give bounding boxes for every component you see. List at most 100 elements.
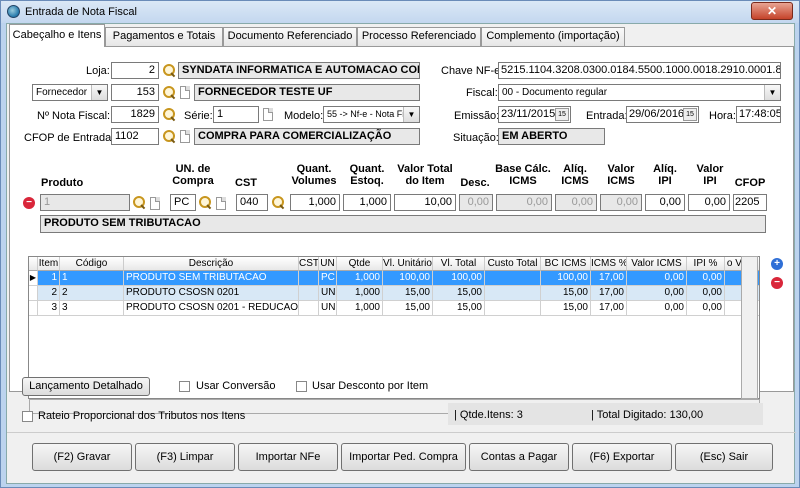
emissao-input[interactable]: 23/11/2015 15 xyxy=(498,106,571,123)
cfop-item-input[interactable]: 2205 xyxy=(733,194,767,211)
grid-header[interactable]: Vl. Total xyxy=(433,257,485,271)
base-input[interactable]: 0,00 xyxy=(496,194,552,211)
grid-header[interactable]: Custo Total xyxy=(485,257,541,271)
grid-header[interactable]: Código xyxy=(60,257,124,271)
calendar-icon[interactable]: 15 xyxy=(683,108,697,121)
table-cell: 1 xyxy=(38,271,60,286)
table-cell: 2 xyxy=(60,286,124,301)
loja-search-icon[interactable] xyxy=(162,63,176,77)
contas-pagar-button[interactable]: Contas a Pagar xyxy=(469,443,569,471)
row-indicator xyxy=(29,301,38,316)
fornecedor-doc-icon[interactable] xyxy=(180,86,190,99)
gravar-button[interactable]: (F2) Gravar xyxy=(32,443,132,471)
grid-header[interactable]: Qtde xyxy=(337,257,383,271)
cfop-search-icon[interactable] xyxy=(162,129,176,143)
grid-header[interactable]: Vl. Unitário xyxy=(383,257,433,271)
nota-search-icon[interactable] xyxy=(162,107,176,121)
situacao-field: EM ABERTO xyxy=(498,128,605,145)
un-doc-icon[interactable] xyxy=(216,197,226,210)
remove-item-icon[interactable]: − xyxy=(23,197,35,209)
tab-documento-referenciado[interactable]: Documento Referenciado xyxy=(223,27,357,46)
desc-input[interactable]: 0,00 xyxy=(459,194,493,211)
produto-input[interactable]: 1 xyxy=(40,194,130,211)
vtotal-input[interactable]: 10,00 xyxy=(394,194,456,211)
aliq-input[interactable]: 0,00 xyxy=(555,194,597,211)
tab-complemento[interactable]: Complemento (importação) xyxy=(481,27,625,46)
tipo-select[interactable]: Fornecedor ▼ xyxy=(32,84,108,101)
remove-row-icon[interactable]: − xyxy=(771,277,783,289)
calendar-icon[interactable]: 15 xyxy=(555,108,569,121)
usar-conversao-checkbox[interactable] xyxy=(179,381,190,392)
loja-input[interactable]: 2 xyxy=(111,62,159,79)
grid-header[interactable]: UN xyxy=(319,257,337,271)
cfop-label: CFOP de Entrada: xyxy=(24,132,115,144)
cfop-input[interactable]: 1102 xyxy=(111,128,159,145)
grid-header[interactable]: Valor ICMS xyxy=(627,257,687,271)
fiscal-label: Fiscal: xyxy=(466,87,498,99)
cfop-doc-icon[interactable] xyxy=(180,130,190,143)
cfop-header: CFOP xyxy=(734,177,766,189)
usar-desconto-checkbox[interactable] xyxy=(296,381,307,392)
exportar-button[interactable]: (F6) Exportar xyxy=(572,443,672,471)
entrada-label: Entrada: xyxy=(586,110,628,122)
cst-input[interactable]: 040 xyxy=(236,194,268,211)
sair-button[interactable]: (Esc) Sair xyxy=(675,443,773,471)
table-cell xyxy=(299,286,319,301)
aliqipi-input[interactable]: 0,00 xyxy=(645,194,685,211)
nota-label: Nº Nota Fiscal: xyxy=(37,110,111,122)
table-cell: PRODUTO CSOSN 0201 - REDUCAO xyxy=(124,301,299,316)
emissao-label: Emissão: xyxy=(454,110,500,122)
grid-header[interactable]: BC ICMS xyxy=(541,257,591,271)
table-cell: 17,00 xyxy=(591,286,627,301)
table-cell: 17,00 xyxy=(591,301,627,316)
produto-search-icon[interactable] xyxy=(132,195,146,209)
limpar-button[interactable]: (F3) Limpar xyxy=(135,443,235,471)
table-cell xyxy=(485,286,541,301)
serie-input[interactable]: 1 xyxy=(213,106,259,123)
loja-label: Loja: xyxy=(86,65,110,77)
serie-doc-icon[interactable] xyxy=(263,108,273,121)
vicms-input[interactable]: 0,00 xyxy=(600,194,642,211)
tab-processo-referenciado[interactable]: Processo Referenciado xyxy=(357,27,481,46)
close-button[interactable]: ✕ xyxy=(751,2,793,20)
usar-desconto-label: Usar Desconto por Item xyxy=(312,380,429,392)
importar-pedido-button[interactable]: Importar Ped. Compra xyxy=(341,443,466,471)
un-input[interactable]: PC xyxy=(170,194,196,211)
entrada-input[interactable]: 29/06/2016 15 xyxy=(626,106,699,123)
un-header: UN. de Compra xyxy=(172,163,214,187)
lancamento-detalhado-button[interactable]: Lançamento Detalhado xyxy=(22,377,150,396)
grid-header[interactable]: Item xyxy=(38,257,60,271)
grid-header[interactable]: Descrição xyxy=(124,257,299,271)
modelo-select[interactable]: 55 -> Nf-e - Nota Fisca ▼ xyxy=(323,106,420,123)
hora-input[interactable]: 17:48:05 xyxy=(736,106,781,123)
chave-input[interactable]: 5215.1104.3208.0300.0184.5500.1000.0018.… xyxy=(498,62,781,79)
un-search-icon[interactable] xyxy=(198,195,212,209)
importar-nfe-button[interactable]: Importar NFe xyxy=(238,443,338,471)
grid-vertical-scrollbar[interactable] xyxy=(741,256,758,399)
grid-header[interactable]: IPI % xyxy=(687,257,725,271)
qest-input[interactable]: 1,000 xyxy=(343,194,391,211)
nota-input[interactable]: 1829 xyxy=(111,106,159,123)
grid-header[interactable]: ICMS % xyxy=(591,257,627,271)
table-cell: 1 xyxy=(60,271,124,286)
cst-search-icon[interactable] xyxy=(271,195,285,209)
tab-cabecalho[interactable]: Cabeçalho e Itens xyxy=(9,24,105,47)
fornecedor-input[interactable]: 153 xyxy=(111,84,159,101)
fornecedor-search-icon[interactable] xyxy=(162,85,176,99)
qvol-header: Quant. Volumes xyxy=(291,163,337,187)
table-cell: 17,00 xyxy=(591,271,627,286)
table-cell: 15,00 xyxy=(541,286,591,301)
tab-pagamentos[interactable]: Pagamentos e Totais xyxy=(105,27,223,46)
app-icon xyxy=(7,5,20,18)
chevron-down-icon: ▼ xyxy=(91,85,107,100)
fiscal-select[interactable]: 00 - Documento regular ▼ xyxy=(498,84,781,101)
produto-doc-icon[interactable] xyxy=(150,197,160,210)
grid-header[interactable]: CST xyxy=(299,257,319,271)
usar-conversao-label: Usar Conversão xyxy=(196,380,276,392)
rateio-checkbox[interactable] xyxy=(22,411,33,422)
vipi-input[interactable]: 0,00 xyxy=(688,194,730,211)
add-row-icon[interactable]: + xyxy=(771,258,783,270)
table-cell xyxy=(299,271,319,286)
qvol-input[interactable]: 1,000 xyxy=(290,194,340,211)
chave-label: Chave NF-e: xyxy=(441,65,504,77)
